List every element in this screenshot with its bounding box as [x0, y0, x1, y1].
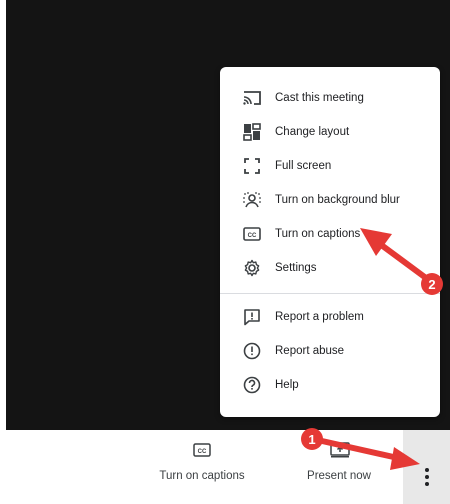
menu-item-label: Settings	[275, 262, 317, 274]
svg-text:CC: CC	[198, 449, 207, 455]
present-now-label: Present now	[307, 470, 371, 482]
layout-icon	[242, 122, 262, 142]
report-problem-icon	[242, 307, 262, 327]
report-abuse-icon	[242, 341, 262, 361]
captions-button[interactable]: CC Turn on captions	[154, 442, 250, 482]
captions-icon: CC	[193, 442, 211, 460]
svg-text:CC: CC	[248, 233, 257, 239]
cast-icon	[242, 88, 262, 108]
menu-item-report-abuse[interactable]: Report abuse	[220, 334, 440, 368]
menu-item-captions[interactable]: CC Turn on captions	[220, 217, 440, 251]
fullscreen-icon	[242, 156, 262, 176]
more-options-menu: Cast this meeting Change layout Full scr…	[220, 67, 440, 417]
menu-divider	[220, 293, 440, 294]
menu-item-label: Cast this meeting	[275, 92, 364, 104]
menu-item-label: Full screen	[275, 160, 332, 172]
annotation-badge-1: 1	[301, 428, 323, 450]
menu-item-background-blur[interactable]: Turn on background blur	[220, 183, 440, 217]
menu-item-label: Turn on captions	[275, 228, 361, 240]
menu-item-label: Help	[275, 379, 299, 391]
menu-item-change-layout[interactable]: Change layout	[220, 115, 440, 149]
menu-item-report-problem[interactable]: Report a problem	[220, 300, 440, 334]
menu-item-label: Report a problem	[275, 311, 364, 323]
help-icon	[242, 375, 262, 395]
meeting-control-bar: CC Turn on captions Present now	[0, 430, 450, 504]
menu-item-settings[interactable]: Settings	[220, 251, 440, 285]
menu-item-help[interactable]: Help	[220, 368, 440, 402]
menu-item-cast[interactable]: Cast this meeting	[220, 81, 440, 115]
background-blur-icon	[242, 190, 262, 210]
menu-item-full-screen[interactable]: Full screen	[220, 149, 440, 183]
more-vertical-icon	[424, 468, 429, 486]
menu-item-label: Turn on background blur	[275, 194, 400, 206]
captions-button-label: Turn on captions	[159, 470, 245, 482]
menu-item-label: Report abuse	[275, 345, 345, 357]
present-screen-icon	[330, 442, 350, 460]
captions-icon: CC	[242, 224, 262, 244]
gear-icon	[242, 258, 262, 278]
menu-item-label: Change layout	[275, 126, 350, 138]
more-options-button[interactable]	[403, 430, 450, 504]
annotation-badge-2: 2	[421, 273, 443, 295]
